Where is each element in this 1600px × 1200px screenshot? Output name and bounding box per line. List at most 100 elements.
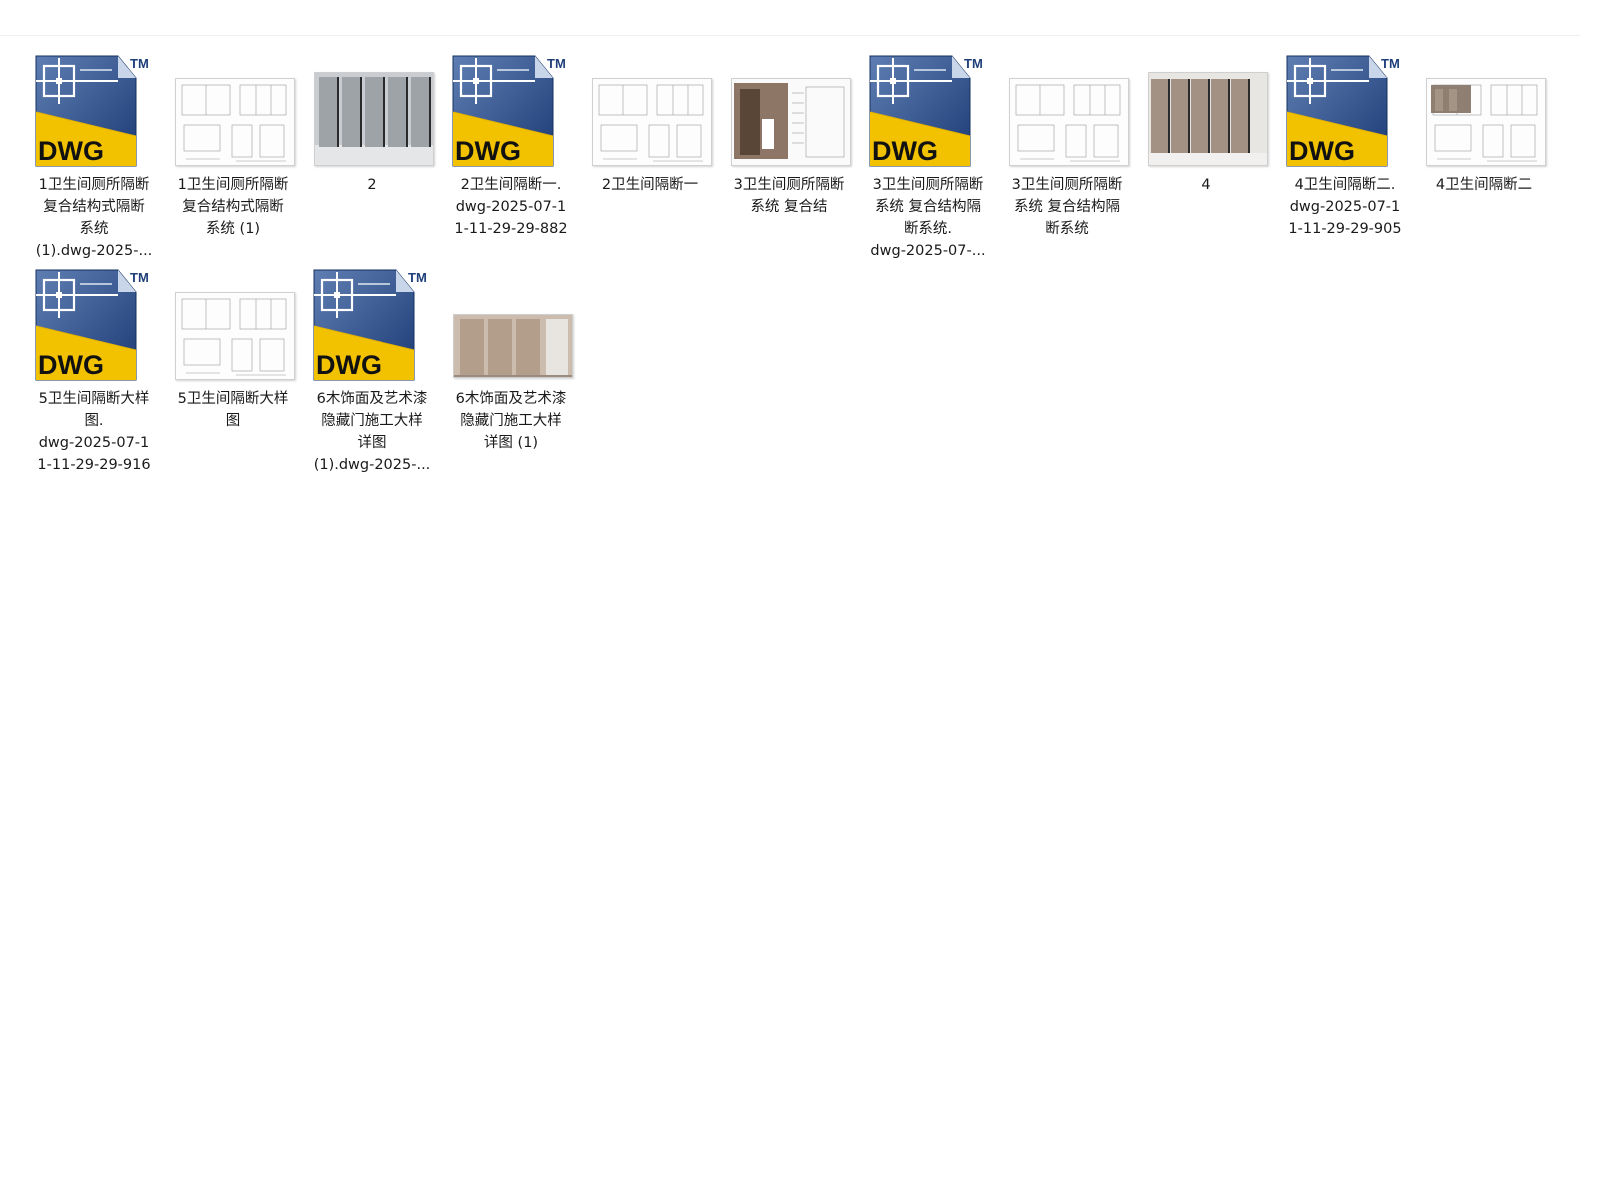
file-name-label: 1卫生间厕所隔断 复合结构式隔断 系统 (1) xyxy=(167,174,299,240)
file-item[interactable]: 4卫生间隔断二 xyxy=(1418,50,1550,196)
svg-text:TM: TM xyxy=(130,56,149,71)
svg-text:TM: TM xyxy=(408,270,427,285)
svg-text:DWG: DWG xyxy=(38,350,104,380)
file-name-label: 6木饰面及艺术漆 隐藏门施工大样 详图 (1).dwg-2025-... xyxy=(306,388,438,476)
file-name-line: 4 xyxy=(1201,177,1211,193)
file-name-line: 隐藏门施工大样 xyxy=(460,413,562,429)
file-name-line: 系统 (1) xyxy=(205,221,261,237)
svg-text:TM: TM xyxy=(130,270,149,285)
file-item[interactable]: 3卫生间厕所隔断 系统 复合结 xyxy=(723,50,855,218)
file-name-line: 1-11-29-29-905 xyxy=(1288,221,1402,237)
file-item[interactable]: TM DWG 6木饰面及艺术漆 隐藏门施工大样 详图 (1).dwg-2025-... xyxy=(306,264,438,476)
file-thumbnail xyxy=(167,50,299,172)
file-item[interactable]: 5卫生间隔断大样图 xyxy=(167,264,299,432)
file-name-label: 5卫生间隔断大样图 xyxy=(167,388,299,432)
dwg-file-icon: TM DWG xyxy=(1286,55,1400,167)
file-item[interactable]: TM DWG 4卫生间隔断二. dwg-2025-07-1 1-11-29-29-9… xyxy=(1279,50,1411,240)
drawing-preview xyxy=(1426,78,1546,166)
file-item[interactable]: 4 xyxy=(1140,50,1272,196)
file-name-line: dwg-2025-07-1 xyxy=(38,435,150,451)
file-name-line: 系统 xyxy=(79,221,109,237)
file-name-line: dwg-2025-07-1 xyxy=(455,199,567,215)
file-item[interactable]: TM DWG 1卫生间厕所隔断 复合结构式隔断 系统 (1).dwg-2025-... xyxy=(28,50,160,262)
file-name-line: 隐藏门施工大样 xyxy=(321,413,423,429)
file-item[interactable]: 3卫生间厕所隔断 系统 复合结构隔 断系统 xyxy=(1001,50,1133,240)
file-name-line: 系统 复合结 xyxy=(750,199,828,215)
file-name-label: 4卫生间隔断二. dwg-2025-07-1 1-11-29-29-905 xyxy=(1279,174,1411,240)
file-name-label: 3卫生间厕所隔断 系统 复合结构隔 断系统 xyxy=(1001,174,1133,240)
divider xyxy=(0,35,1580,36)
file-name-line: dwg-2025-07-... xyxy=(870,243,986,259)
file-thumbnail xyxy=(1418,50,1550,172)
file-name-label: 4 xyxy=(1140,174,1272,196)
file-name-label: 2卫生间隔断一. dwg-2025-07-1 1-11-29-29-882 xyxy=(445,174,577,240)
file-name-line: 系统 复合结构隔 xyxy=(874,199,982,215)
file-name-line: 2 xyxy=(367,177,377,193)
file-name-label: 2卫生间隔断一 xyxy=(584,174,716,196)
file-name-label: 6木饰面及艺术漆 隐藏门施工大样 详图 (1) xyxy=(445,388,577,454)
file-name-line: 2卫生间隔断一 xyxy=(601,177,699,193)
file-name-line: 4卫生间隔断二. xyxy=(1294,177,1396,193)
svg-text:TM: TM xyxy=(1381,56,1400,71)
svg-text:DWG: DWG xyxy=(872,136,938,166)
file-name-line: 3卫生间厕所隔断 xyxy=(733,177,845,193)
file-thumbnail xyxy=(445,264,577,386)
file-thumbnail: TM DWG xyxy=(445,50,577,172)
file-name-line: 5卫生间隔断大样 xyxy=(177,391,289,407)
dwg-file-icon: TM DWG xyxy=(313,269,427,381)
file-name-line: 系统 复合结构隔 xyxy=(1013,199,1121,215)
file-name-line: 1-11-29-29-916 xyxy=(37,457,151,473)
file-name-line: 2卫生间隔断一. xyxy=(460,177,562,193)
file-name-line: (1).dwg-2025-... xyxy=(313,457,431,473)
file-thumbnail xyxy=(1001,50,1133,172)
file-thumbnail xyxy=(723,50,855,172)
file-name-label: 2 xyxy=(306,174,438,196)
file-name-label: 4卫生间隔断二 xyxy=(1418,174,1550,196)
file-name-line: 6木饰面及艺术漆 xyxy=(455,391,567,407)
svg-text:TM: TM xyxy=(547,56,566,71)
file-thumbnail: TM DWG xyxy=(862,50,994,172)
file-item[interactable]: TM DWG 3卫生间厕所隔断 系统 复合结构隔 断系统. dwg-2025-07-.… xyxy=(862,50,994,262)
file-item[interactable]: 2 xyxy=(306,50,438,196)
file-item[interactable]: 6木饰面及艺术漆 隐藏门施工大样 详图 (1) xyxy=(445,264,577,454)
file-item[interactable]: TM DWG 2卫生间隔断一. dwg-2025-07-1 1-11-29-29-8… xyxy=(445,50,577,240)
image-preview xyxy=(1148,72,1268,166)
dwg-file-icon: TM DWG xyxy=(452,55,566,167)
svg-text:DWG: DWG xyxy=(1289,136,1355,166)
file-thumbnail xyxy=(1140,50,1272,172)
file-explorer-window: TM DWG 1卫生间厕所隔断 复合结构式隔断 系统 (1).dwg-2025-...… xyxy=(0,0,1600,1200)
drawing-preview xyxy=(1009,78,1129,166)
file-thumbnail: TM DWG xyxy=(1279,50,1411,172)
image-preview xyxy=(731,78,851,166)
file-name-line: 5卫生间隔断大样 xyxy=(38,391,150,407)
svg-text:DWG: DWG xyxy=(455,136,521,166)
file-thumbnail: TM DWG xyxy=(306,264,438,386)
file-name-line: 详图 xyxy=(357,435,387,451)
file-name-line: 断系统. xyxy=(903,221,953,237)
file-name-line: 图 xyxy=(225,413,241,429)
file-item[interactable]: 1卫生间厕所隔断 复合结构式隔断 系统 (1) xyxy=(167,50,299,240)
file-name-line: 4卫生间隔断二 xyxy=(1435,177,1533,193)
file-thumbnail: TM DWG xyxy=(28,50,160,172)
file-name-label: 3卫生间厕所隔断 系统 复合结 xyxy=(723,174,855,218)
drawing-preview xyxy=(175,78,295,166)
image-preview xyxy=(453,314,573,378)
file-name-label: 1卫生间厕所隔断 复合结构式隔断 系统 (1).dwg-2025-... xyxy=(28,174,160,262)
file-name-line: 复合结构式隔断 xyxy=(43,199,145,215)
file-name-line: 1卫生间厕所隔断 xyxy=(38,177,150,193)
file-name-line: dwg-2025-07-1 xyxy=(1289,199,1401,215)
file-item[interactable]: 2卫生间隔断一 xyxy=(584,50,716,196)
file-name-line: 6木饰面及艺术漆 xyxy=(316,391,428,407)
file-name-label: 3卫生间厕所隔断 系统 复合结构隔 断系统. dwg-2025-07-... xyxy=(862,174,994,262)
file-thumbnail xyxy=(584,50,716,172)
file-name-line: 断系统 xyxy=(1045,221,1089,237)
file-thumbnail: TM DWG xyxy=(28,264,160,386)
file-name-line: 复合结构式隔断 xyxy=(182,199,284,215)
dwg-file-icon: TM DWG xyxy=(869,55,983,167)
svg-text:DWG: DWG xyxy=(316,350,382,380)
svg-text:TM: TM xyxy=(964,56,983,71)
image-preview xyxy=(314,72,434,166)
file-item[interactable]: TM DWG 5卫生间隔断大样 图. dwg-2025-07-1 1-11-29-29… xyxy=(28,264,160,476)
file-thumbnail xyxy=(167,264,299,386)
dwg-file-icon: TM DWG xyxy=(35,55,149,167)
